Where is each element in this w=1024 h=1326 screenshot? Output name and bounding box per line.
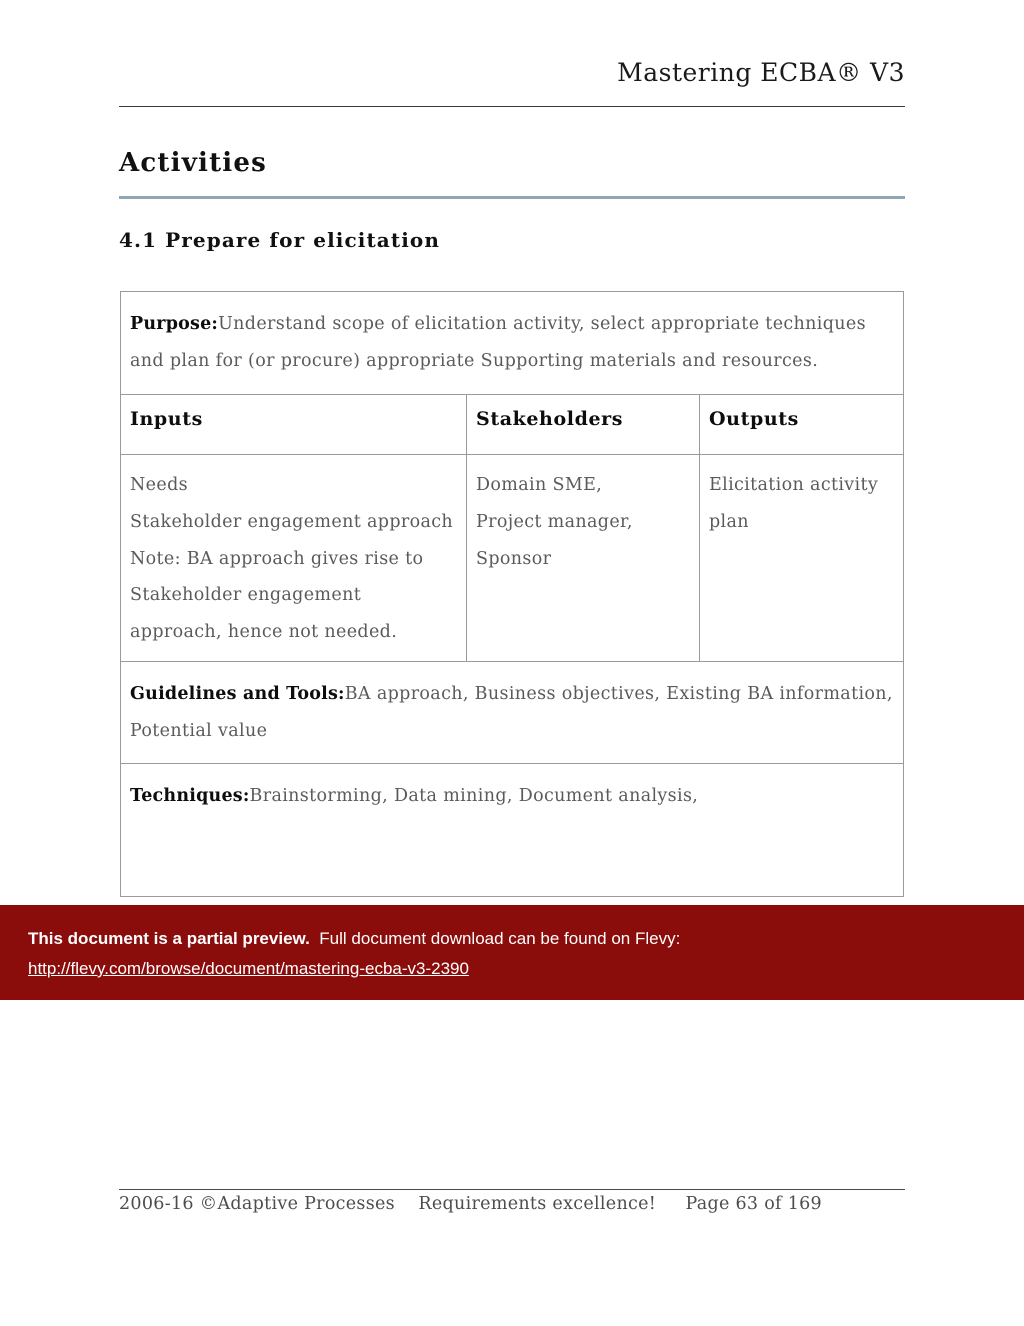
banner-bold-text: This document is a partial preview. [28, 929, 310, 948]
footer-tagline: Requirements excellence! [418, 1194, 657, 1214]
footer-copyright: 2006-16 ©Adaptive Processes [119, 1194, 395, 1214]
column-header-stakeholders: Stakeholders [466, 393, 700, 456]
footer-gap-1 [395, 1194, 418, 1214]
table-row-guidelines: Guidelines and Tools:BA approach, Busine… [120, 660, 904, 765]
purpose-label: Purpose: [130, 314, 219, 334]
footer-page-number: Page 63 of 169 [685, 1194, 822, 1214]
activity-table: Purpose:Understand scope of elicitation … [120, 291, 904, 898]
flevy-document-link[interactable]: http://flevy.com/browse/document/masteri… [28, 959, 469, 979]
column-header-outputs: Outputs [699, 393, 904, 456]
document-header-title: Mastering ECBA® V3 [617, 58, 905, 87]
column-header-inputs: Inputs [120, 393, 467, 456]
stakeholders-cell: Domain SME, Project manager, Sponsor [466, 454, 700, 662]
techniques-label: Techniques: [130, 786, 250, 807]
purpose-text: Understand scope of elicitation activity… [130, 314, 866, 371]
table-row-purpose: Purpose:Understand scope of elicitation … [120, 291, 904, 395]
stakeholders-item: Domain SME, [476, 475, 603, 496]
running-header: Mastering ECBA® V3 [119, 58, 905, 87]
subsection-title: 4.1 Prepare for elicitation [119, 228, 440, 252]
partial-preview-banner: This document is a partial preview. Full… [0, 905, 1024, 1000]
section-accent-rule [119, 196, 905, 199]
inputs-item: Needs [130, 475, 188, 496]
table-row-techniques: Techniques:Brainstorming, Data mining, D… [120, 763, 904, 898]
document-page: Mastering ECBA® V3 Activities 4.1 Prepar… [0, 0, 1024, 1326]
outputs-cell: Elicitation activity plan [699, 454, 904, 662]
banner-message: This document is a partial preview. Full… [28, 929, 680, 949]
guidelines-label: Guidelines and Tools: [130, 683, 345, 704]
header-divider [119, 106, 905, 107]
inputs-cell: Needs Stakeholder engagement approach No… [120, 454, 467, 662]
column-header-stakeholders-label: Stakeholders [476, 407, 624, 430]
table-header-row: Inputs Stakeholders Outputs [120, 393, 904, 456]
techniques-cell: Techniques:Brainstorming, Data mining, D… [120, 763, 904, 898]
inputs-item: Stakeholder engagement approach [130, 511, 454, 532]
inputs-item: Note: BA approach gives rise to Stakehol… [130, 548, 424, 643]
guidelines-cell: Guidelines and Tools:BA approach, Busine… [120, 660, 904, 765]
footer-gap-2 [656, 1194, 685, 1214]
stakeholders-item: Sponsor [476, 548, 552, 569]
outputs-item: Elicitation activity plan [709, 475, 879, 532]
column-header-inputs-label: Inputs [130, 407, 203, 430]
techniques-text: Brainstorming, Data mining, Document ana… [249, 786, 699, 807]
banner-rest-text: Full document download can be found on F… [319, 929, 681, 948]
footer-divider [119, 1189, 905, 1190]
column-header-outputs-label: Outputs [709, 407, 799, 430]
stakeholders-item: Project manager, [476, 511, 633, 532]
page-footer: 2006-16 ©Adaptive Processes Requirements… [119, 1194, 905, 1214]
purpose-cell: Purpose:Understand scope of elicitation … [120, 291, 904, 395]
table-row-body: Needs Stakeholder engagement approach No… [120, 454, 904, 662]
page-title: Activities [119, 148, 267, 178]
